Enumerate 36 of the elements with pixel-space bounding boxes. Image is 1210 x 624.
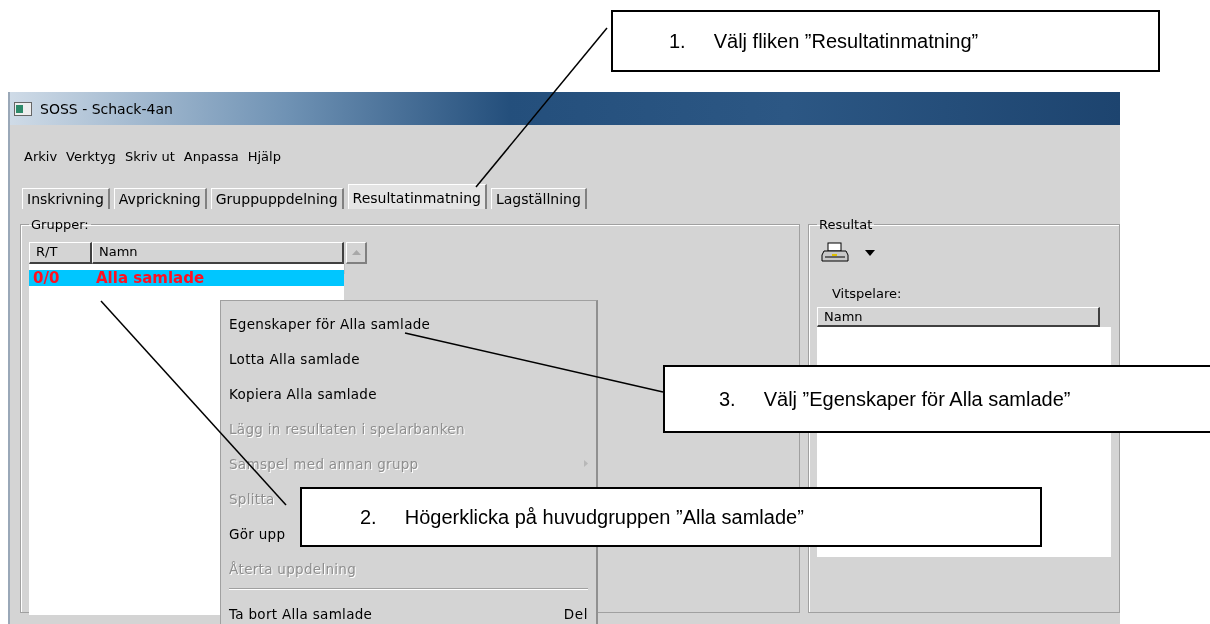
menu-item[interactable]: Gör upp xyxy=(229,525,286,542)
caret-icon[interactable] xyxy=(865,250,875,256)
menu-item[interactable]: Anpassa xyxy=(183,149,239,173)
panel-title: Grupper: xyxy=(30,217,90,232)
callout-text: Välj fliken ”Resultatinmatning” xyxy=(713,29,979,53)
up-arrow-icon xyxy=(351,250,361,255)
callout-text: Välj ”Egenskaper för Alla samlade” xyxy=(763,387,1071,411)
app-icon xyxy=(14,101,32,116)
menu-item[interactable]: Egenskaper för Alla samlade xyxy=(229,315,431,332)
step-number: 3. xyxy=(719,387,736,411)
table-cell-text: 0/0 xyxy=(32,270,61,286)
step-number: 2. xyxy=(360,505,377,529)
menu-item[interactable]: Ta bort Alla samlade xyxy=(229,605,373,622)
menu-item[interactable]: Kopiera Alla samlade xyxy=(229,385,377,402)
menu-item[interactable]: Verktyg xyxy=(66,149,116,173)
menu-item[interactable]: Lotta Alla samlade xyxy=(229,350,360,367)
menu-item[interactable]: Skriv ut xyxy=(124,149,175,173)
table-cell-text: Alla samlade xyxy=(95,270,205,286)
window-title: SOSS - Schack-4an xyxy=(40,100,173,117)
callout-text: Högerklicka på huvudgruppen ”Alla samlade” xyxy=(404,505,804,529)
menu-item[interactable]: Arkiv xyxy=(24,149,58,173)
printer-icon[interactable] xyxy=(821,242,849,264)
panel-title: Resultat xyxy=(818,217,874,232)
column-header[interactable]: R/T xyxy=(29,242,92,264)
tab[interactable]: Lagställning xyxy=(490,188,587,209)
step-number: 1. xyxy=(669,29,686,53)
column-header[interactable]: Namn xyxy=(92,242,344,264)
menu-item[interactable]: Hjälp xyxy=(247,149,281,173)
shortcut-label: Del xyxy=(563,605,588,622)
tab[interactable]: Resultatinmatning xyxy=(347,184,487,209)
tab[interactable]: Avprickning xyxy=(113,188,207,209)
column-header[interactable]: Namn xyxy=(817,307,1100,327)
tab[interactable]: Gruppuppdelning xyxy=(210,188,344,209)
scroll-up-button[interactable] xyxy=(346,242,367,264)
field-label: Vitspelare: xyxy=(832,286,902,301)
tab[interactable]: Inskrivning xyxy=(22,188,110,209)
